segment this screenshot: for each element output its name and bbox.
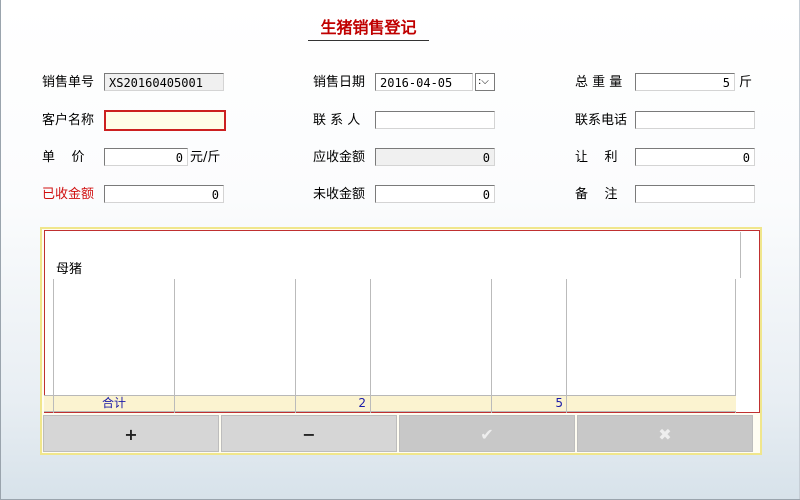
plus-icon: + [124,425,138,444]
grid-column-divider [735,279,736,413]
spin-separator-icon: : [478,76,482,87]
summary-count: 2 [358,396,366,410]
grid-column-divider [53,279,54,413]
summary-column-divider [566,395,567,412]
remark-field[interactable] [635,185,755,203]
detail-grid[interactable] [44,230,760,413]
contact-field[interactable] [375,111,495,129]
window-left-border [0,0,1,500]
unit-price-unit: 元/斤 [190,150,221,165]
page-title: 生猪销售登记 [308,16,429,41]
order-no-field[interactable]: XS20160405001 [104,73,224,91]
receivable-label: 应收金额 [313,150,366,165]
customer-field[interactable] [104,110,226,131]
checkmark-icon: ✔ [480,425,494,444]
phone-field[interactable] [635,111,755,129]
chevron-down-icon: ⌵ [481,76,489,87]
summary-weight: 5 [555,396,563,410]
remark-label: 备 注 [575,187,618,202]
phone-label: 联系电话 [575,113,628,128]
unreceived-label: 未收金额 [313,187,366,202]
discount-field[interactable]: 0 [635,148,755,166]
summary-column-divider [370,395,371,412]
grid-column-divider [566,279,567,413]
grid-group-label: 母猪 [56,262,83,277]
minus-icon: − [302,425,316,444]
unreceived-field[interactable]: 0 [375,185,495,203]
received-field[interactable]: 0 [104,185,224,203]
confirm-button[interactable]: ✔ [399,415,575,452]
customer-label: 客户名称 [42,113,95,128]
cancel-button[interactable]: ✖ [577,415,753,452]
summary-label: 合计 [101,396,126,410]
grid-column-divider [174,279,175,413]
receivable-field[interactable]: 0 [375,148,495,166]
total-weight-field[interactable]: 5 [635,73,735,91]
sale-date-label: 销售日期 [313,75,366,90]
grid-column-divider [491,279,492,413]
add-row-button[interactable]: + [43,415,219,452]
unit-price-field[interactable]: 0 [104,148,188,166]
total-weight-unit: 斤 [739,75,753,90]
discount-label: 让 利 [575,150,618,165]
contact-label: 联 系 人 [313,113,361,128]
remove-row-button[interactable]: − [221,415,397,452]
summary-column-divider [174,395,175,412]
received-label: 已收金额 [42,187,95,202]
order-no-label: 销售单号 [42,75,95,90]
grid-scroll-divider [740,232,741,278]
unit-price-label: 单 价 [42,150,85,165]
close-icon: ✖ [658,425,672,444]
grid-column-divider [295,279,296,413]
date-picker-button[interactable]: : ⌵ [475,73,495,91]
total-weight-label: 总 重 量 [575,75,623,90]
sale-date-field[interactable]: 2016-04-05 [375,73,473,91]
grid-column-divider [370,279,371,413]
